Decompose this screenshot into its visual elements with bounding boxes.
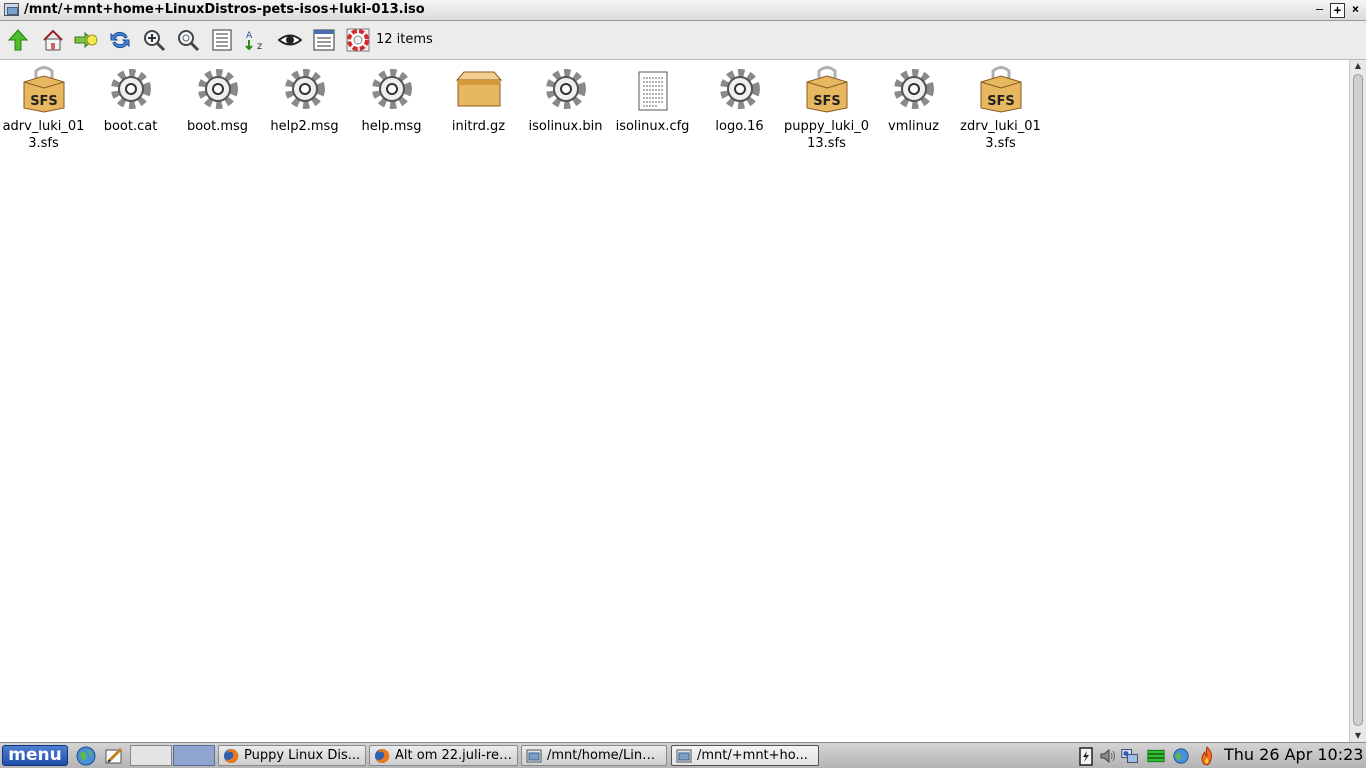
options-icon[interactable] (311, 27, 337, 53)
svg-text:SFS: SFS (30, 94, 58, 109)
clock[interactable]: Thu 26 Apr 10:23 (1224, 745, 1363, 765)
sfs-package-icon: SFS (980, 66, 1021, 113)
title-bar: /mnt/+mnt+home+LinuxDistros-pets-isos+lu… (0, 0, 1366, 21)
task-alt-om[interactable]: Alt om 22.juli-ret... (369, 745, 518, 766)
network-icon[interactable] (1121, 746, 1139, 766)
file-name: isolinux.cfg (615, 119, 690, 134)
window-icon[interactable] (4, 3, 19, 16)
vertical-scrollbar[interactable]: ▲ ▼ (1349, 60, 1366, 742)
folder-window-icon (526, 749, 542, 763)
file-name: help2.msg (270, 119, 339, 134)
text-editor-icon[interactable] (104, 746, 124, 766)
sort-az-icon[interactable]: Az (243, 27, 269, 53)
item-count: 12 items (376, 32, 433, 47)
memory-icon[interactable] (1147, 746, 1165, 766)
gear-icon (371, 69, 412, 109)
file-item[interactable]: isolinux.bin (522, 64, 609, 135)
file-item[interactable]: isolinux.cfg (609, 64, 696, 135)
archive-box-icon (455, 71, 502, 107)
gear-icon (545, 69, 586, 109)
svg-text:SFS: SFS (987, 94, 1015, 109)
task-mnt-iso[interactable]: /mnt/+mnt+ho... (671, 745, 819, 766)
file-item[interactable]: SFS zdrv_luki_01 3.sfs (957, 64, 1044, 152)
scroll-thumb[interactable] (1353, 74, 1363, 726)
taskbar: menu Puppy Linux Dis... Alt om 22.juli-r… (0, 742, 1366, 768)
svg-text:SFS: SFS (813, 94, 841, 109)
folder-window-icon (676, 749, 692, 763)
zoom-in-icon[interactable] (141, 27, 167, 53)
workspace-1[interactable] (130, 745, 172, 766)
firefox-icon (375, 748, 390, 763)
file-item[interactable]: help2.msg (261, 64, 348, 135)
bookmarks-icon[interactable] (73, 27, 99, 53)
scroll-down-icon[interactable]: ▼ (1350, 730, 1366, 742)
file-list[interactable]: SFS adrv_luki_01 3.sfs boot.cat boot.msg … (0, 60, 1349, 742)
file-name: zdrv_luki_01 3.sfs (960, 119, 1041, 151)
battery-icon[interactable] (1077, 746, 1095, 766)
toolbar: Az 12 items (0, 21, 1366, 60)
lifebuoy-icon[interactable] (345, 27, 371, 53)
file-item[interactable]: boot.cat (87, 64, 174, 135)
workspace-2[interactable] (173, 745, 215, 766)
close-button[interactable]: × (1348, 3, 1363, 18)
scroll-up-icon[interactable]: ▲ (1350, 60, 1366, 72)
maximize-button[interactable]: + (1330, 3, 1345, 18)
file-name: boot.cat (103, 119, 158, 134)
file-name: help.msg (361, 119, 422, 134)
zoom-fit-icon[interactable] (175, 27, 201, 53)
sfs-package-icon: SFS (806, 66, 847, 113)
gear-icon (719, 69, 760, 109)
menu-button[interactable]: menu (2, 745, 68, 766)
gear-icon (110, 69, 151, 109)
gear-icon (893, 69, 934, 109)
file-item[interactable]: SFS adrv_luki_01 3.sfs (0, 64, 87, 152)
file-item[interactable]: SFS puppy_luki_0 13.sfs (783, 64, 870, 152)
globe-icon[interactable] (1172, 746, 1190, 766)
eye-icon[interactable] (277, 27, 303, 53)
file-name: adrv_luki_01 3.sfs (2, 119, 85, 151)
task-puppy-linux[interactable]: Puppy Linux Dis... (218, 745, 366, 766)
file-name: logo.16 (715, 119, 764, 134)
firewall-flame-icon[interactable] (1198, 746, 1216, 766)
minimize-button[interactable]: – (1312, 3, 1327, 18)
file-name: vmlinuz (888, 119, 939, 134)
file-name: puppy_luki_0 13.sfs (784, 119, 869, 151)
browser-globe-icon[interactable] (76, 746, 96, 766)
refresh-icon[interactable] (107, 27, 133, 53)
file-name: isolinux.bin (528, 119, 603, 134)
file-name: boot.msg (186, 119, 249, 134)
details-view-icon[interactable] (209, 27, 235, 53)
task-mnt-home[interactable]: /mnt/home/Linu... (521, 745, 667, 766)
gear-icon (197, 69, 238, 109)
file-item[interactable]: help.msg (348, 64, 435, 135)
text-file-icon (638, 71, 667, 111)
file-item[interactable]: logo.16 (696, 64, 783, 135)
svg-text:z: z (257, 41, 262, 52)
up-arrow-icon[interactable] (5, 27, 31, 53)
file-item[interactable]: boot.msg (174, 64, 261, 135)
svg-text:A: A (246, 31, 253, 41)
home-icon[interactable] (40, 27, 66, 53)
volume-icon[interactable] (1099, 746, 1117, 766)
file-item[interactable]: initrd.gz (435, 64, 522, 135)
gear-icon (284, 69, 325, 109)
file-name: initrd.gz (451, 119, 506, 134)
file-item[interactable]: vmlinuz (870, 64, 957, 135)
firefox-icon (224, 748, 239, 763)
window-title: /mnt/+mnt+home+LinuxDistros-pets-isos+lu… (24, 2, 425, 17)
sfs-package-icon: SFS (23, 66, 64, 113)
